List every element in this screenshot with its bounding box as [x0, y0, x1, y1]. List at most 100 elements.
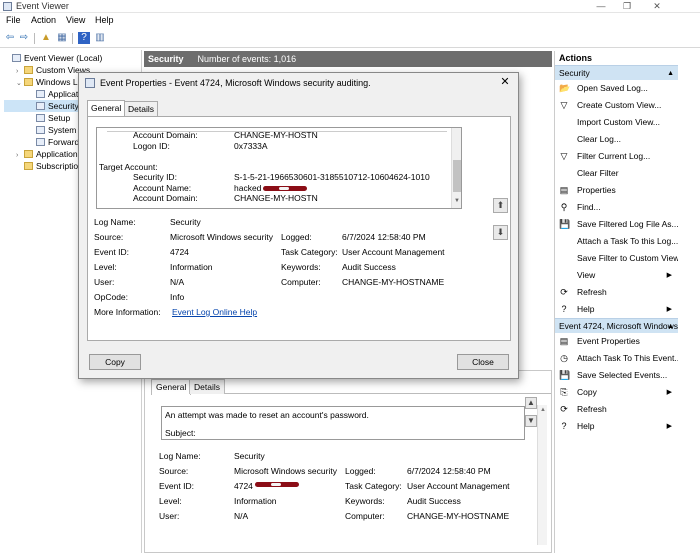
folder-icon [24, 78, 33, 86]
close-button[interactable]: Close [457, 354, 509, 370]
submenu-arrow-icon: ▶ [666, 306, 672, 313]
event-description-box[interactable]: Account Domain: CHANGE-MY-HOSTN Logon ID: 0… [96, 127, 462, 209]
field-label: Level: [94, 262, 117, 272]
keywords-value: Audit Success [342, 262, 396, 272]
field-label: Computer: [281, 277, 321, 287]
scroll-up-icon[interactable]: ▲ [540, 407, 546, 413]
action-item[interactable]: Attach a Task To this Log... [555, 233, 678, 250]
actions-section-security[interactable]: Security ▲ [555, 65, 678, 80]
menu-help[interactable]: Help [95, 15, 114, 25]
menu-action[interactable]: Action [31, 15, 56, 25]
preview-tab-details[interactable]: Details [189, 379, 225, 394]
copy-button[interactable]: Copy [89, 354, 141, 370]
event-properties-dialog: Event Properties - Event 4724, Microsoft… [78, 72, 519, 379]
action-item[interactable]: ⟳ Refresh [555, 284, 678, 301]
action-item[interactable]: ? Help ▶ [555, 418, 678, 435]
action-item[interactable]: Clear Filter [555, 165, 678, 182]
help-icon[interactable]: ? [78, 32, 90, 44]
up-folder-icon[interactable]: ▲ [40, 32, 52, 44]
action-item[interactable]: 📂 Open Saved Log... [555, 80, 678, 97]
dialog-tab-general[interactable]: General [87, 100, 126, 117]
action-item[interactable]: 💾 Save Filtered Log File As... [555, 216, 678, 233]
task-category-value: User Account Management [342, 247, 445, 257]
tree-item-label: Security [48, 101, 79, 111]
action-label: Help [577, 421, 595, 431]
log-icon [36, 102, 45, 110]
action-item[interactable]: Save Filter to Custom View... [555, 250, 678, 267]
submenu-arrow-icon: ▶ [666, 272, 672, 279]
field-label: Task Category: [281, 247, 338, 257]
user-value: N/A [234, 511, 249, 521]
action-item[interactable]: ▤ Event Properties [555, 333, 678, 350]
description-scrollbar[interactable]: ▼ [451, 128, 461, 208]
maximize-button[interactable]: ❐ [616, 0, 638, 12]
action-label: Save Filter to Custom View... [577, 253, 678, 263]
forward-arrow-icon[interactable]: ⇨ [18, 32, 30, 44]
action-label: View [577, 270, 596, 280]
submenu-arrow-icon: ▶ [666, 389, 672, 396]
action-item[interactable]: Clear Log... [555, 131, 678, 148]
action-item[interactable]: ⟳ Refresh [555, 401, 678, 418]
action-item[interactable]: 💾 Save Selected Events... [555, 367, 678, 384]
event-id-value: 4724 [170, 247, 189, 257]
collapse-caret-icon[interactable]: ▲ [667, 66, 674, 81]
dialog-app-icon [85, 78, 95, 88]
show-hide-tree-icon[interactable]: ▦ [56, 32, 68, 44]
preview-tabs: General Details [151, 379, 551, 395]
action-item[interactable]: ? Help ▶ [555, 301, 678, 318]
action-item[interactable]: ▽ Create Custom View... [555, 97, 678, 114]
field-label: Log Name: [94, 217, 136, 227]
actions-section-label: Security [559, 68, 590, 78]
previous-event-arrow-icon[interactable]: ▲ [525, 397, 537, 409]
red-annotation-mark [263, 186, 307, 191]
action-item[interactable]: Import Custom View... [555, 114, 678, 131]
preview-scrollbar[interactable]: ▲ [537, 405, 547, 545]
action-item[interactable]: ◷ Attach Task To This Event... [555, 350, 678, 367]
preview-tab-general[interactable]: General [151, 379, 192, 395]
dialog-tab-details[interactable]: Details [124, 101, 158, 116]
next-event-arrow-icon[interactable]: ▼ [525, 415, 537, 427]
action-icon: 💾 [559, 219, 571, 229]
actions-section-event[interactable]: Event 4724, Microsoft Windows security a… [555, 318, 678, 333]
menu-view[interactable]: View [66, 15, 85, 25]
scroll-down-icon[interactable]: ▼ [454, 198, 460, 204]
menu-file[interactable]: File [6, 15, 21, 25]
action-item[interactable]: ▤ Properties [555, 182, 678, 199]
scrollbar-thumb[interactable] [453, 160, 461, 192]
description-key: Account Domain: [133, 193, 198, 203]
action-item[interactable]: ⚲ Find... [555, 199, 678, 216]
show-action-pane-icon[interactable]: ▥ [94, 32, 106, 44]
action-icon: ⟳ [560, 404, 568, 414]
expand-toggle-icon[interactable]: ⌄ [16, 78, 24, 90]
event-count: Number of events: 1,016 [197, 54, 297, 64]
action-item[interactable]: ⎘ Copy ▶ [555, 384, 678, 401]
close-window-button[interactable]: ✕ [646, 0, 668, 12]
back-arrow-icon[interactable]: ⇦ [4, 32, 16, 44]
action-item[interactable]: View ▶ [555, 267, 678, 284]
field-label: Task Category: [345, 481, 402, 491]
field-label: User: [94, 277, 115, 287]
action-label: Filter Current Log... [577, 151, 651, 161]
minimize-button[interactable]: — [590, 0, 612, 12]
event-message-box[interactable]: An attempt was made to reset an account'… [161, 406, 525, 440]
action-label: Find... [577, 202, 601, 212]
dialog-general-panel: Account Domain: CHANGE-MY-HOSTN Logon ID: 0… [87, 116, 511, 341]
tree-item[interactable]: Event Viewer (Local) [4, 52, 142, 64]
opcode-value: Info [170, 292, 185, 302]
action-label: Attach Task To This Event... [577, 353, 678, 363]
dialog-close-icon[interactable]: ✕ [498, 75, 512, 88]
previous-event-arrow-icon[interactable]: ⬆ [493, 198, 508, 213]
event-log-online-help-link[interactable]: Event Log Online Help [172, 307, 257, 317]
level-value: Information [234, 496, 277, 506]
description-key: Security ID: [133, 172, 177, 182]
next-event-arrow-icon[interactable]: ⬇ [493, 225, 508, 240]
action-item[interactable]: ▽ Filter Current Log... [555, 148, 678, 165]
action-icon: ? [561, 421, 567, 431]
field-label: Keywords: [345, 496, 385, 506]
field-label: More Information: [94, 307, 161, 317]
collapse-caret-icon[interactable]: ▲ [667, 319, 674, 333]
action-icon [559, 118, 569, 127]
field-label: Computer: [345, 511, 385, 521]
folder-icon [24, 66, 33, 74]
description-value: hacked [234, 182, 262, 193]
